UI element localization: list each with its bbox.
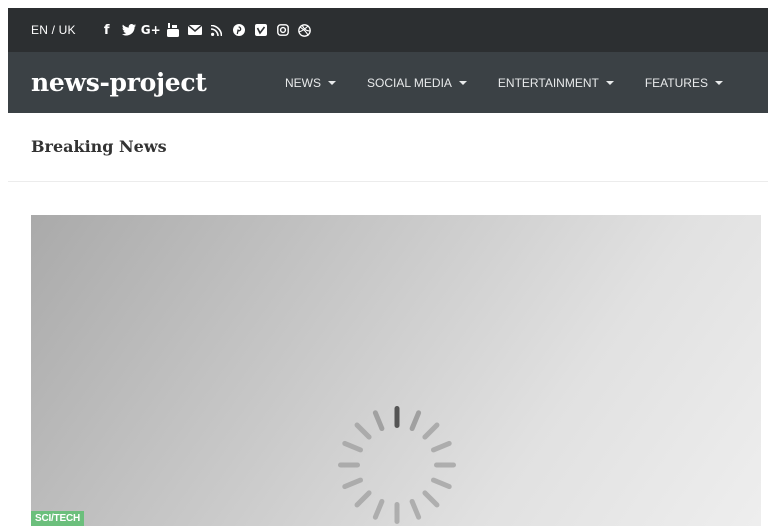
menu-item-label: ENTERTAINMENT [497,75,599,90]
spinner-bar [422,422,440,440]
spinner-bar [338,462,360,468]
spinner-bar [434,462,456,468]
language-selector[interactable]: EN / UK [31,23,76,37]
pinterest-icon[interactable] [228,20,250,40]
spinner-bar [354,422,372,440]
menu-item-entertainment[interactable]: ENTERTAINMENT [498,76,614,90]
spinner-bar [430,477,452,490]
main-navbar: news-project NEWS SOCIAL MEDIA ENTERTAIN… [8,52,768,113]
spinner-bar [422,490,440,508]
spinner-bar [409,498,422,520]
spinner-bar [409,410,422,432]
twitter-icon[interactable] [118,20,140,40]
facebook-icon[interactable]: f [96,20,118,40]
site-logo[interactable]: news-project [31,68,207,97]
spinner-bar [342,440,364,453]
caret-down-icon [458,80,467,85]
category-badge[interactable]: SCI/TECH [31,511,85,526]
menu-item-features[interactable]: FEATURES [645,76,723,90]
featured-article-image[interactable] [31,215,761,526]
menu-item-social-media[interactable]: SOCIAL MEDIA [367,76,467,90]
spinner-icon [338,406,456,524]
rss-icon[interactable] [206,20,228,40]
spinner-bar [372,498,385,520]
caret-down-icon [328,80,336,85]
social-links: f G+ [96,20,316,40]
menu-item-news[interactable]: NEWS [285,76,336,90]
spinner-bar [372,410,385,432]
vimeo-icon[interactable] [250,20,272,40]
email-icon[interactable] [184,20,206,40]
spinner-bar [394,502,400,524]
instagram-icon[interactable] [272,20,294,40]
spinner-bar [342,477,364,490]
spinner-bar [354,490,372,508]
youtube-icon[interactable] [162,20,184,40]
caret-down-icon [714,80,723,85]
menu-item-label: SOCIAL MEDIA [367,75,452,90]
top-bar: EN / UK f G+ [8,8,768,52]
menu-item-label: NEWS [285,75,321,90]
spinner-bar [394,406,400,428]
google-plus-icon[interactable]: G+ [140,20,162,40]
section-title: Breaking News [31,137,167,156]
divider [8,181,768,182]
main-menu: NEWS SOCIAL MEDIA ENTERTAINMENT FEATURES [285,52,723,113]
dribbble-icon[interactable] [294,20,316,40]
menu-item-label: FEATURES [644,75,708,90]
spinner-bar [430,440,452,453]
caret-down-icon [605,80,614,85]
